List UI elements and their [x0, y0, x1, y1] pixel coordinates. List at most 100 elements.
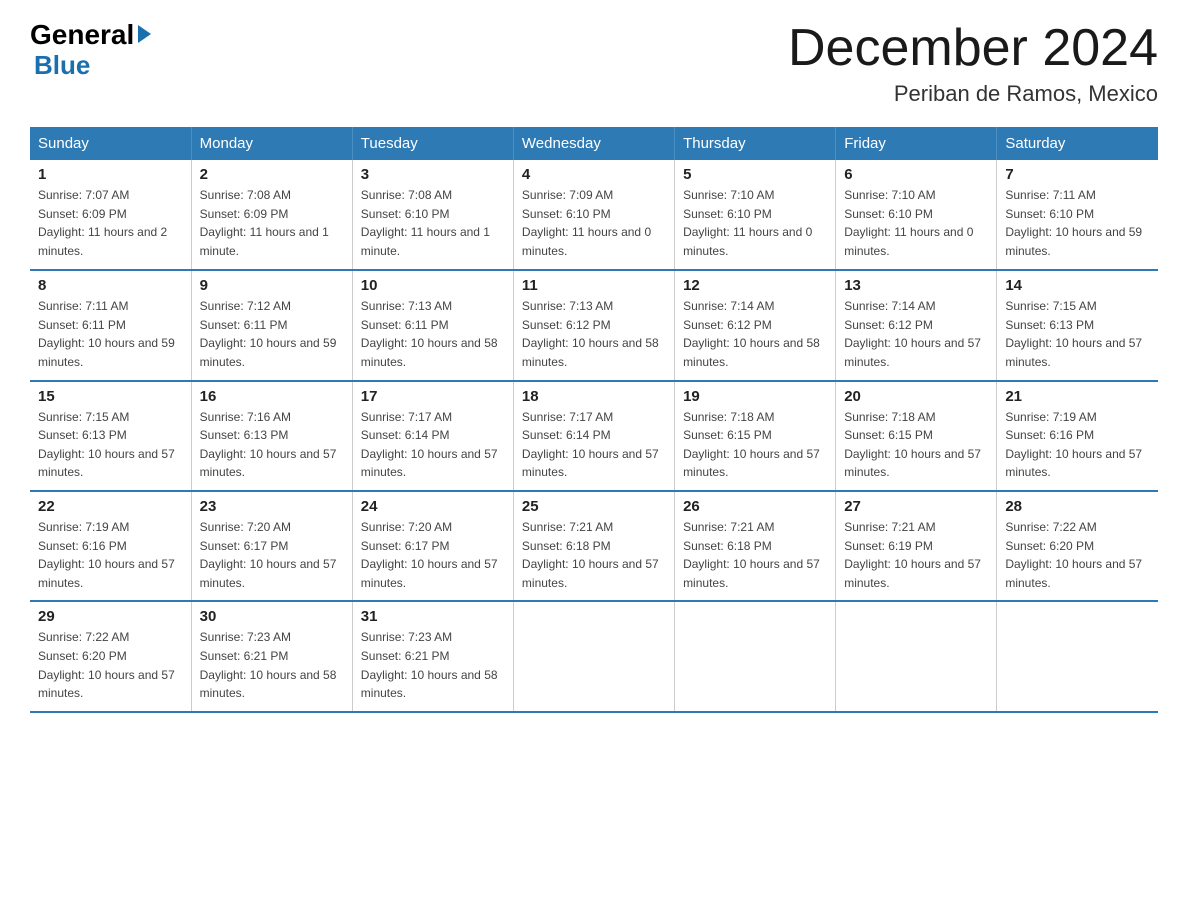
- day-number: 22: [38, 498, 183, 515]
- calendar-week-row: 22 Sunrise: 7:19 AMSunset: 6:16 PMDaylig…: [30, 491, 1158, 601]
- calendar-cell: 1 Sunrise: 7:07 AMSunset: 6:09 PMDayligh…: [30, 160, 191, 270]
- calendar-cell: 15 Sunrise: 7:15 AMSunset: 6:13 PMDaylig…: [30, 381, 191, 491]
- col-header-tuesday: Tuesday: [352, 127, 513, 160]
- day-info: Sunrise: 7:11 AMSunset: 6:11 PMDaylight:…: [38, 299, 175, 369]
- day-number: 24: [361, 498, 505, 515]
- calendar-week-row: 15 Sunrise: 7:15 AMSunset: 6:13 PMDaylig…: [30, 381, 1158, 491]
- day-info: Sunrise: 7:10 AMSunset: 6:10 PMDaylight:…: [683, 188, 812, 258]
- day-number: 6: [844, 166, 988, 183]
- logo-arrow-icon: [138, 25, 151, 43]
- day-number: 2: [200, 166, 344, 183]
- calendar-week-row: 8 Sunrise: 7:11 AMSunset: 6:11 PMDayligh…: [30, 270, 1158, 380]
- day-number: 14: [1005, 277, 1150, 294]
- calendar-cell: 21 Sunrise: 7:19 AMSunset: 6:16 PMDaylig…: [997, 381, 1158, 491]
- day-info: Sunrise: 7:19 AMSunset: 6:16 PMDaylight:…: [38, 520, 175, 590]
- calendar-cell: 3 Sunrise: 7:08 AMSunset: 6:10 PMDayligh…: [352, 160, 513, 270]
- col-header-friday: Friday: [836, 127, 997, 160]
- calendar-week-row: 29 Sunrise: 7:22 AMSunset: 6:20 PMDaylig…: [30, 601, 1158, 711]
- page-header: General Blue December 2024 Periban de Ra…: [30, 20, 1158, 107]
- day-info: Sunrise: 7:13 AMSunset: 6:12 PMDaylight:…: [522, 299, 659, 369]
- calendar-cell: 31 Sunrise: 7:23 AMSunset: 6:21 PMDaylig…: [352, 601, 513, 711]
- calendar-cell: 8 Sunrise: 7:11 AMSunset: 6:11 PMDayligh…: [30, 270, 191, 380]
- calendar-cell: 13 Sunrise: 7:14 AMSunset: 6:12 PMDaylig…: [836, 270, 997, 380]
- calendar-cell: 7 Sunrise: 7:11 AMSunset: 6:10 PMDayligh…: [997, 160, 1158, 270]
- day-info: Sunrise: 7:10 AMSunset: 6:10 PMDaylight:…: [844, 188, 973, 258]
- day-info: Sunrise: 7:13 AMSunset: 6:11 PMDaylight:…: [361, 299, 498, 369]
- calendar-cell: 6 Sunrise: 7:10 AMSunset: 6:10 PMDayligh…: [836, 160, 997, 270]
- day-number: 13: [844, 277, 988, 294]
- logo-general-text: General: [30, 20, 134, 51]
- day-info: Sunrise: 7:15 AMSunset: 6:13 PMDaylight:…: [38, 410, 175, 480]
- day-number: 31: [361, 608, 505, 625]
- day-number: 17: [361, 388, 505, 405]
- day-info: Sunrise: 7:18 AMSunset: 6:15 PMDaylight:…: [683, 410, 820, 480]
- day-info: Sunrise: 7:11 AMSunset: 6:10 PMDaylight:…: [1005, 188, 1142, 258]
- col-header-monday: Monday: [191, 127, 352, 160]
- day-info: Sunrise: 7:23 AMSunset: 6:21 PMDaylight:…: [200, 630, 337, 700]
- day-number: 15: [38, 388, 183, 405]
- day-info: Sunrise: 7:23 AMSunset: 6:21 PMDaylight:…: [361, 630, 498, 700]
- day-info: Sunrise: 7:18 AMSunset: 6:15 PMDaylight:…: [844, 410, 981, 480]
- col-header-sunday: Sunday: [30, 127, 191, 160]
- calendar-cell: 28 Sunrise: 7:22 AMSunset: 6:20 PMDaylig…: [997, 491, 1158, 601]
- calendar-cell: 25 Sunrise: 7:21 AMSunset: 6:18 PMDaylig…: [513, 491, 674, 601]
- day-number: 19: [683, 388, 827, 405]
- day-number: 16: [200, 388, 344, 405]
- calendar-cell: 5 Sunrise: 7:10 AMSunset: 6:10 PMDayligh…: [675, 160, 836, 270]
- calendar-cell: 16 Sunrise: 7:16 AMSunset: 6:13 PMDaylig…: [191, 381, 352, 491]
- calendar-cell: [675, 601, 836, 711]
- day-info: Sunrise: 7:21 AMSunset: 6:18 PMDaylight:…: [683, 520, 820, 590]
- calendar-cell: 11 Sunrise: 7:13 AMSunset: 6:12 PMDaylig…: [513, 270, 674, 380]
- calendar-cell: 12 Sunrise: 7:14 AMSunset: 6:12 PMDaylig…: [675, 270, 836, 380]
- calendar-cell: 4 Sunrise: 7:09 AMSunset: 6:10 PMDayligh…: [513, 160, 674, 270]
- day-number: 7: [1005, 166, 1150, 183]
- day-number: 25: [522, 498, 666, 515]
- calendar-cell: 19 Sunrise: 7:18 AMSunset: 6:15 PMDaylig…: [675, 381, 836, 491]
- day-info: Sunrise: 7:20 AMSunset: 6:17 PMDaylight:…: [361, 520, 498, 590]
- day-number: 21: [1005, 388, 1150, 405]
- calendar-cell: 2 Sunrise: 7:08 AMSunset: 6:09 PMDayligh…: [191, 160, 352, 270]
- calendar-cell: 10 Sunrise: 7:13 AMSunset: 6:11 PMDaylig…: [352, 270, 513, 380]
- calendar-cell: 24 Sunrise: 7:20 AMSunset: 6:17 PMDaylig…: [352, 491, 513, 601]
- day-info: Sunrise: 7:17 AMSunset: 6:14 PMDaylight:…: [522, 410, 659, 480]
- calendar-cell: [836, 601, 997, 711]
- calendar-week-row: 1 Sunrise: 7:07 AMSunset: 6:09 PMDayligh…: [30, 160, 1158, 270]
- day-number: 26: [683, 498, 827, 515]
- day-number: 30: [200, 608, 344, 625]
- day-number: 18: [522, 388, 666, 405]
- location: Periban de Ramos, Mexico: [788, 81, 1158, 107]
- day-info: Sunrise: 7:21 AMSunset: 6:19 PMDaylight:…: [844, 520, 981, 590]
- calendar-cell: 26 Sunrise: 7:21 AMSunset: 6:18 PMDaylig…: [675, 491, 836, 601]
- day-info: Sunrise: 7:22 AMSunset: 6:20 PMDaylight:…: [38, 630, 175, 700]
- calendar-cell: 14 Sunrise: 7:15 AMSunset: 6:13 PMDaylig…: [997, 270, 1158, 380]
- calendar-header-row: SundayMondayTuesdayWednesdayThursdayFrid…: [30, 127, 1158, 160]
- col-header-saturday: Saturday: [997, 127, 1158, 160]
- day-info: Sunrise: 7:16 AMSunset: 6:13 PMDaylight:…: [200, 410, 337, 480]
- month-title: December 2024: [788, 20, 1158, 77]
- logo-blue-text: Blue: [34, 50, 90, 80]
- calendar-cell: 23 Sunrise: 7:20 AMSunset: 6:17 PMDaylig…: [191, 491, 352, 601]
- col-header-thursday: Thursday: [675, 127, 836, 160]
- logo: General Blue: [30, 20, 151, 79]
- calendar-cell: 30 Sunrise: 7:23 AMSunset: 6:21 PMDaylig…: [191, 601, 352, 711]
- calendar-cell: 17 Sunrise: 7:17 AMSunset: 6:14 PMDaylig…: [352, 381, 513, 491]
- day-info: Sunrise: 7:12 AMSunset: 6:11 PMDaylight:…: [200, 299, 337, 369]
- day-info: Sunrise: 7:21 AMSunset: 6:18 PMDaylight:…: [522, 520, 659, 590]
- title-section: December 2024 Periban de Ramos, Mexico: [788, 20, 1158, 107]
- day-number: 8: [38, 277, 183, 294]
- day-number: 3: [361, 166, 505, 183]
- day-info: Sunrise: 7:15 AMSunset: 6:13 PMDaylight:…: [1005, 299, 1142, 369]
- day-number: 10: [361, 277, 505, 294]
- day-number: 12: [683, 277, 827, 294]
- day-info: Sunrise: 7:22 AMSunset: 6:20 PMDaylight:…: [1005, 520, 1142, 590]
- day-info: Sunrise: 7:14 AMSunset: 6:12 PMDaylight:…: [844, 299, 981, 369]
- day-info: Sunrise: 7:17 AMSunset: 6:14 PMDaylight:…: [361, 410, 498, 480]
- calendar-cell: [997, 601, 1158, 711]
- day-number: 23: [200, 498, 344, 515]
- day-number: 9: [200, 277, 344, 294]
- day-number: 20: [844, 388, 988, 405]
- day-info: Sunrise: 7:07 AMSunset: 6:09 PMDaylight:…: [38, 188, 167, 258]
- day-info: Sunrise: 7:08 AMSunset: 6:10 PMDaylight:…: [361, 188, 490, 258]
- day-number: 4: [522, 166, 666, 183]
- day-info: Sunrise: 7:20 AMSunset: 6:17 PMDaylight:…: [200, 520, 337, 590]
